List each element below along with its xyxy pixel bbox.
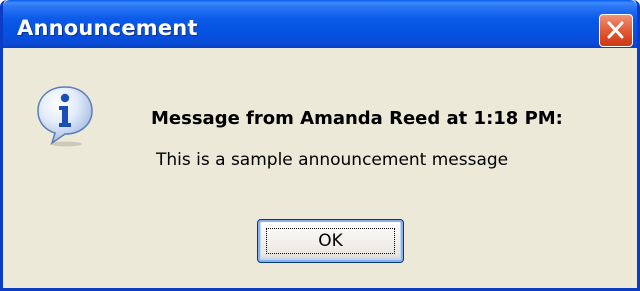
dialog-title: Announcement [17, 16, 198, 40]
announcement-dialog: Announcement Message from Amanda Reed at… [0, 0, 640, 291]
message-heading: Message from Amanda Reed at 1:18 PM: [151, 108, 563, 129]
title-bar[interactable]: Announcement [3, 0, 637, 48]
info-icon [37, 86, 93, 147]
ok-button-label: OK [266, 228, 395, 254]
ok-button[interactable]: OK [257, 219, 404, 263]
close-icon [607, 21, 624, 39]
close-button[interactable] [599, 14, 633, 47]
message-body: This is a sample announcement message [156, 150, 509, 170]
